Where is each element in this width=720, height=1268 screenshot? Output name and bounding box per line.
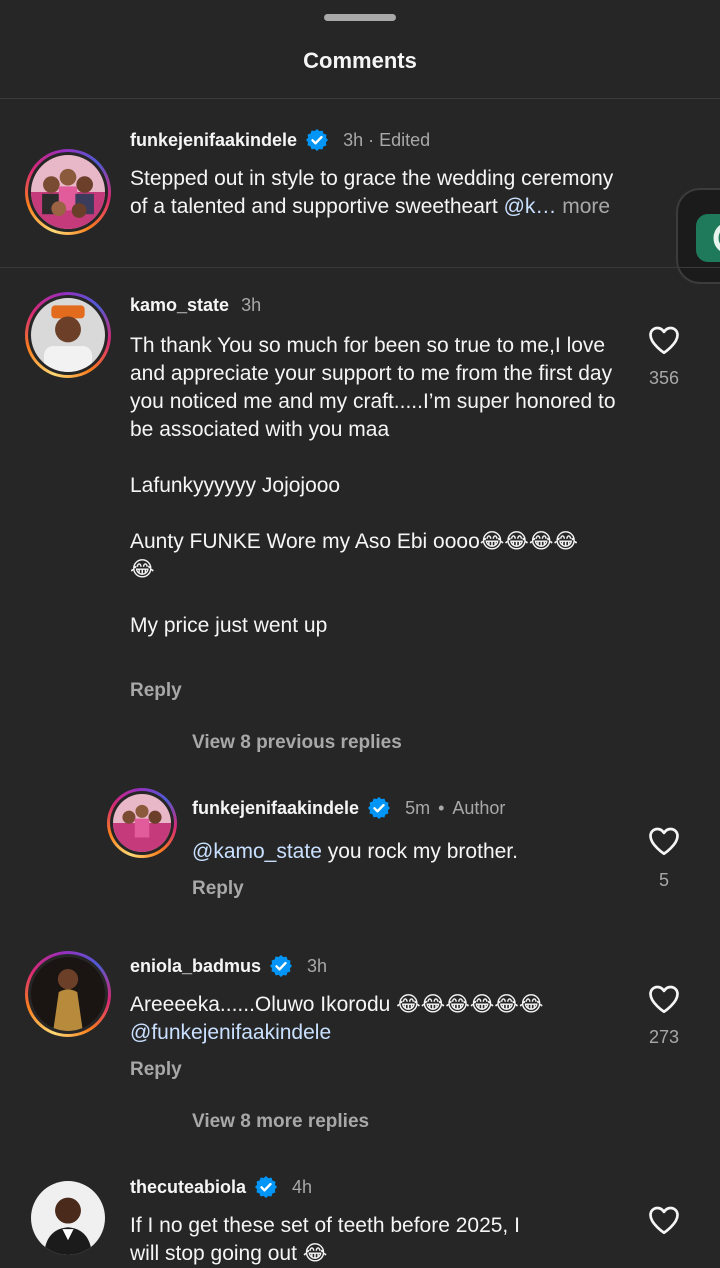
comment-paragraph: Lafunkyyyyyy Jojojooo xyxy=(130,474,341,497)
comment-text: Th thank You so much for been so true to… xyxy=(130,332,620,640)
comment-header: kamo_state 3h xyxy=(130,295,261,316)
comment-text: If I no get these set of teeth before 20… xyxy=(130,1212,630,1268)
comment-mention[interactable]: @funkejenifaakindele xyxy=(130,1019,630,1047)
avatar[interactable] xyxy=(107,788,177,858)
caption-line-2: of a talented and supportive sweetheart … xyxy=(130,195,611,218)
verified-badge-icon xyxy=(270,955,293,977)
drag-handle[interactable] xyxy=(324,14,396,21)
like-count: 356 xyxy=(648,368,680,388)
caption-mention[interactable]: @k… xyxy=(504,195,557,218)
reply-time: 5m xyxy=(405,797,431,818)
avatar[interactable] xyxy=(25,951,111,1037)
reply-username[interactable]: funkejenifaakindele xyxy=(192,798,359,819)
caption-line-1: Stepped out in style to grace the weddin… xyxy=(130,167,614,190)
comment-header: eniola_badmus 3h xyxy=(130,954,327,978)
avatar[interactable] xyxy=(25,292,111,378)
reply-button[interactable]: Reply xyxy=(192,878,244,900)
avatar-image xyxy=(113,794,171,852)
caption-divider xyxy=(0,267,720,268)
avatar-image xyxy=(31,957,105,1031)
heart-icon[interactable] xyxy=(646,322,682,358)
comment-header: thecuteabiola 4h xyxy=(130,1175,312,1199)
comment-time: 3h xyxy=(241,295,262,315)
comment-username[interactable]: eniola_badmus xyxy=(130,956,261,977)
reply-header: funkejenifaakindele 5m • Author xyxy=(192,796,505,820)
caption-text: Stepped out in style to grace the weddin… xyxy=(130,165,690,221)
chat-icon xyxy=(713,224,720,252)
avatar[interactable] xyxy=(31,1181,105,1255)
verified-badge-icon xyxy=(255,1176,278,1198)
header-divider xyxy=(0,98,720,99)
comment-paragraph: Th thank You so much for been so true to… xyxy=(130,334,616,441)
reply-button[interactable]: Reply xyxy=(130,1059,182,1081)
comment-line: Areeeeka......Oluwo Ikorodu 😂😂😂😂😂😂 xyxy=(130,993,544,1016)
comment-time: 3h xyxy=(307,955,328,976)
comment-line: will stop going out 😂 xyxy=(130,1242,328,1265)
like-count: 5 xyxy=(658,870,669,890)
view-replies-button[interactable]: View 8 more replies xyxy=(192,1111,369,1133)
more-link[interactable]: more xyxy=(556,195,610,218)
reply-button[interactable]: Reply xyxy=(130,680,182,702)
heart-icon[interactable] xyxy=(646,1202,682,1238)
avatar-image xyxy=(31,1181,105,1255)
comment-time: 4h xyxy=(292,1176,313,1197)
heart-icon[interactable] xyxy=(646,981,682,1017)
view-replies-button[interactable]: View 8 previous replies xyxy=(192,732,402,754)
comment-username[interactable]: kamo_state xyxy=(130,295,229,316)
caption-meta: 3h · Edited xyxy=(343,129,431,150)
avatar[interactable] xyxy=(25,149,111,235)
comment-paragraph: Aunty FUNKE Wore my Aso Ebi oooo😂😂😂😂😂 xyxy=(130,530,578,581)
verified-badge-icon xyxy=(368,797,391,819)
floating-app-button[interactable] xyxy=(676,188,720,284)
avatar-image xyxy=(31,155,105,229)
verified-badge-icon xyxy=(306,129,329,151)
page-title: Comments xyxy=(303,48,417,73)
like-count: 273 xyxy=(648,1027,680,1047)
comment-paragraph: My price just went up xyxy=(130,614,328,637)
comment-username[interactable]: thecuteabiola xyxy=(130,1177,246,1198)
caption-header: funkejenifaakindele 3h · Edited xyxy=(130,128,430,152)
caption-username[interactable]: funkejenifaakindele xyxy=(130,130,297,151)
reply-text: @kamo_state you rock my brother. xyxy=(192,840,518,863)
comment-text: Areeeeka......Oluwo Ikorodu 😂😂😂😂😂😂 @funk… xyxy=(130,991,630,1047)
separator-dot: • xyxy=(438,797,445,818)
author-label: Author xyxy=(452,797,506,818)
avatar-image xyxy=(31,298,105,372)
comment-line: If I no get these set of teeth before 20… xyxy=(130,1214,520,1237)
reply-mention[interactable]: @kamo_state xyxy=(192,840,322,863)
heart-icon[interactable] xyxy=(646,823,682,859)
